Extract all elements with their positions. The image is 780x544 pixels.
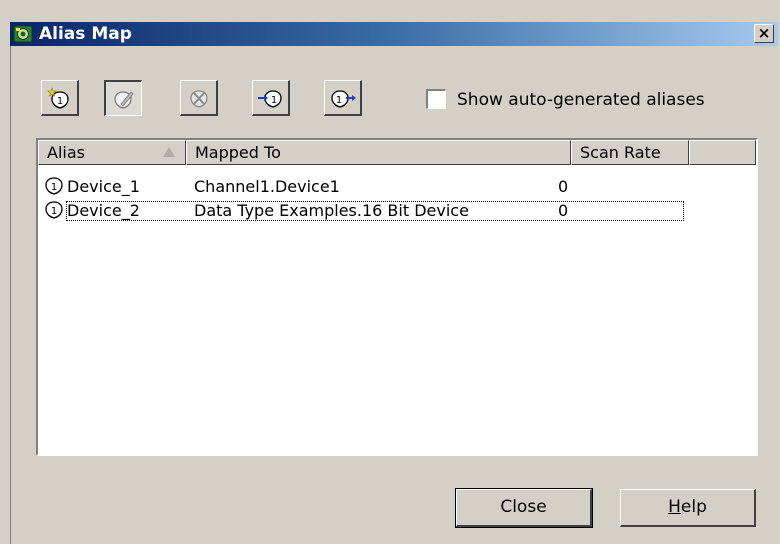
export-alias-icon: 1 [330,89,356,108]
svg-text:1: 1 [51,206,57,217]
window-close-button[interactable]: × [754,24,774,43]
row-scan-rate: 0 [558,177,569,196]
column-header-alias-label: Alias [47,143,85,162]
alias-list[interactable]: Alias Mapped To Scan Rate 1 Device_1 Cha… [36,138,758,456]
help-button[interactable]: Help [620,489,756,527]
import-alias-icon: 1 [257,89,282,108]
svg-text:1: 1 [335,95,341,106]
edit-alias-icon [113,90,134,109]
close-icon: × [757,24,771,42]
window-title: Alias Map [39,24,132,44]
row-alias: Device_1 [67,177,140,196]
show-auto-aliases-checkbox[interactable] [426,89,446,109]
table-row[interactable]: 1 Device_2 Data Type Examples.16 Bit Dev… [38,199,756,223]
row-mapped-to: Channel1.Device1 [194,177,340,196]
column-header-mapped-to[interactable]: Mapped To [186,140,571,165]
delete-alias-button[interactable] [180,80,218,116]
help-button-mnemonic: H [668,497,681,517]
help-button-label: elp [680,497,707,517]
column-header-mapped-to-label: Mapped To [195,143,281,162]
list-header: Alias Mapped To Scan Rate [38,140,756,165]
column-header-empty [689,140,756,165]
title-bar[interactable]: Alias Map × [10,22,778,46]
delete-alias-icon [189,89,208,108]
column-header-alias[interactable]: Alias [38,140,186,165]
new-alias-icon: 1 [46,86,69,109]
row-mapped-to: Data Type Examples.16 Bit Device [194,201,469,220]
alias-map-dialog: Alias Map × 1 1 1 Show auto-generated al… [0,0,780,544]
show-auto-aliases-label[interactable]: Show auto-generated aliases [457,89,705,111]
table-row[interactable]: 1 Device_1 Channel1.Device1 0 [38,175,756,199]
device-alias-icon: 1 [45,201,63,219]
import-alias-button[interactable]: 1 [252,80,290,116]
close-button-label: Close [500,497,547,517]
app-icon [13,25,33,43]
row-alias: Device_2 [67,201,140,220]
row-scan-rate: 0 [558,201,569,220]
svg-text:1: 1 [270,95,276,106]
close-button[interactable]: Close [455,488,593,528]
column-header-scan-rate[interactable]: Scan Rate [571,140,689,165]
svg-text:1: 1 [56,96,62,107]
edit-alias-button[interactable] [104,80,142,116]
new-alias-button[interactable]: 1 [41,80,79,116]
svg-text:1: 1 [51,182,57,193]
export-alias-button[interactable]: 1 [324,80,362,116]
column-header-scan-rate-label: Scan Rate [580,143,661,162]
sort-ascending-icon [163,147,175,157]
device-alias-icon: 1 [45,177,63,195]
